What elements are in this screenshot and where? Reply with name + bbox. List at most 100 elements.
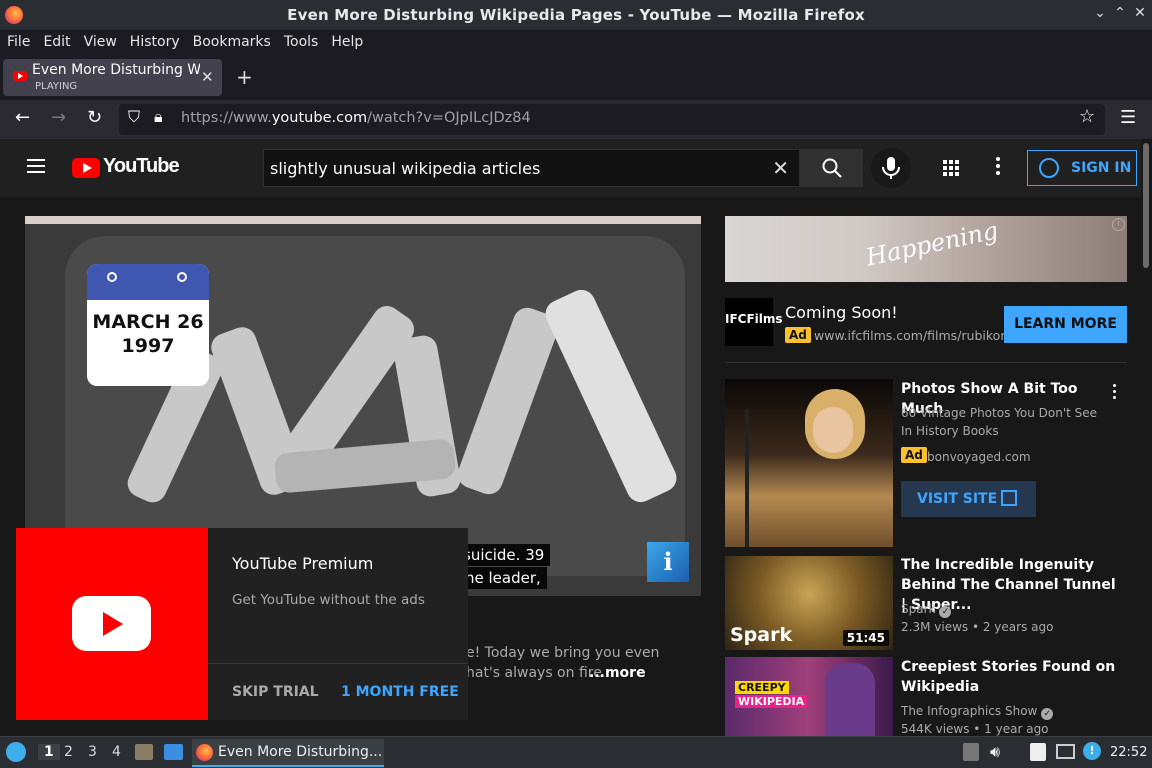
month-free-button[interactable]: 1 MONTH FREE: [341, 684, 459, 700]
ad-title[interactable]: Coming Soon!: [785, 303, 898, 322]
youtube-favicon-icon: [13, 71, 27, 81]
taskbar-firefox-window[interactable]: Even More Disturbing...: [192, 739, 384, 767]
tab-status: PLAYING: [35, 81, 78, 92]
premium-divider: [208, 663, 468, 664]
video-thumbnail[interactable]: Spark 51:45: [725, 556, 893, 650]
video-thumbnail[interactable]: CREEPY WIKIPEDIA: [725, 657, 893, 736]
performer-face-shape: [813, 407, 853, 453]
lock-icon[interactable]: 🔒︎: [154, 107, 163, 127]
video-caption-line-2: he leader,: [459, 567, 547, 589]
microphone-icon: [882, 157, 900, 179]
search-query[interactable]: slightly unusual wikipedia articles: [270, 159, 540, 178]
clock[interactable]: 22:52: [1110, 745, 1147, 760]
visit-site-label: VISIT SITE: [917, 491, 998, 507]
apps-grid-icon[interactable]: [943, 160, 959, 176]
bookmark-star-icon[interactable]: ☆: [1079, 106, 1095, 127]
close-tab-icon[interactable]: ✕: [201, 68, 214, 86]
new-tab-icon[interactable]: +: [236, 65, 253, 89]
page-scrollbar[interactable]: [1141, 139, 1152, 736]
account-icon: [1039, 158, 1059, 178]
file-manager-icon[interactable]: [135, 744, 153, 760]
calendar-date: MARCH 26 1997: [92, 311, 204, 357]
ad-info-icon[interactable]: i: [1112, 218, 1125, 231]
menu-history[interactable]: History: [130, 34, 180, 50]
menu-tools[interactable]: Tools: [284, 34, 319, 50]
video-duration: 51:45: [842, 630, 889, 646]
tab-bar: Even More Disturbing Wikipedia Pages - Y…: [0, 54, 1152, 100]
youtube-logo-icon[interactable]: [72, 158, 100, 178]
thumbnail-text: CREEPY: [735, 681, 789, 694]
close-window-icon[interactable]: ✕: [1131, 5, 1149, 21]
description-line-2: hat's always on fire: [466, 665, 602, 681]
thumbnail-text: Spark: [730, 624, 793, 646]
maximize-icon[interactable]: ⌃: [1111, 5, 1129, 21]
calendar-graphic: MARCH 26 1997: [87, 264, 209, 386]
clipboard-icon[interactable]: [1030, 743, 1046, 761]
back-icon[interactable]: ←: [15, 107, 30, 128]
hamburger-menu-icon[interactable]: [27, 159, 45, 173]
workspace-4[interactable]: 4: [112, 744, 121, 760]
voice-search-button[interactable]: [871, 148, 911, 188]
skip-trial-button[interactable]: SKIP TRIAL: [232, 684, 319, 700]
premium-subtitle: Get YouTube without the ads: [232, 592, 425, 608]
channel-name[interactable]: Spark ✓: [901, 600, 952, 618]
verified-icon: ✓: [939, 606, 952, 618]
clear-search-icon[interactable]: ✕: [772, 156, 789, 180]
sponsored-ad-badge: Ad: [901, 447, 927, 463]
learn-more-button[interactable]: LEARN MORE: [1004, 306, 1127, 343]
menu-view[interactable]: View: [84, 34, 117, 50]
menu-file[interactable]: File: [7, 34, 30, 50]
ad-url[interactable]: www.ifcfilms.com/films/rubikon: [814, 328, 1008, 343]
url-text[interactable]: https://www.youtube.com/watch?v=OJpILcJD…: [181, 110, 531, 126]
sponsored-domain: bonvoyaged.com: [927, 450, 1031, 464]
video-frame-edge: [25, 216, 701, 224]
taskbar-app-title: Even More Disturbing...: [218, 744, 383, 760]
video-caption-line-1: suicide. 39: [457, 544, 551, 566]
ad-badge: Ad: [785, 327, 811, 343]
thumbnail-text: WIKIPEDIA: [735, 695, 808, 708]
search-button[interactable]: [800, 149, 863, 187]
menu-bookmarks[interactable]: Bookmarks: [193, 34, 271, 50]
workspace-2[interactable]: 2: [64, 744, 73, 760]
scrollbar-thumb[interactable]: [1143, 143, 1149, 268]
tab-youtube[interactable]: Even More Disturbing Wikipedia Pages - Y…: [3, 59, 222, 96]
visit-site-button[interactable]: VISIT SITE: [901, 481, 1036, 517]
channel-name[interactable]: The Infographics Show ✓: [901, 702, 1054, 720]
update-icon[interactable]: !: [1083, 742, 1101, 760]
search-icon: [822, 158, 842, 178]
reload-icon[interactable]: ↻: [87, 107, 102, 128]
sidebar-divider: [725, 362, 1127, 363]
video-menu-icon[interactable]: [1113, 384, 1117, 402]
url-bar[interactable]: ⛉ 🔒︎ https://www.youtube.com/watch?v=OJp…: [119, 104, 1105, 135]
premium-title: YouTube Premium: [232, 554, 374, 573]
ad-banner-image[interactable]: Happening: [725, 216, 1127, 282]
start-menu-icon[interactable]: [6, 742, 26, 762]
workspace-1[interactable]: 1: [38, 744, 60, 760]
desktop-icon[interactable]: [164, 744, 183, 760]
sign-in-button[interactable]: SIGN IN: [1027, 150, 1137, 186]
forward-icon[interactable]: →: [51, 107, 66, 128]
search-input[interactable]: slightly unusual wikipedia articles ✕: [263, 149, 800, 187]
shield-icon[interactable]: ⛉: [128, 107, 140, 127]
minimize-icon[interactable]: ⌄: [1091, 5, 1109, 21]
sponsored-thumbnail[interactable]: [725, 379, 893, 547]
youtube-logo-text[interactable]: YouTube: [103, 155, 180, 178]
workspace-3[interactable]: 3: [88, 744, 97, 760]
video-title[interactable]: Creepiest Stories Found on Wikipedia: [901, 657, 1116, 697]
video-meta: 544K views • 1 year ago: [901, 722, 1049, 736]
app-menu-icon[interactable]: ☰: [1120, 107, 1136, 128]
advertiser-logo[interactable]: IFCFilms: [725, 298, 783, 346]
window-titlebar: Even More Disturbing Wikipedia Pages - Y…: [0, 0, 1152, 30]
tab-title: Even More Disturbing Wikipedia Pages - Y…: [32, 62, 200, 78]
sponsored-subtitle: 60 Vintage Photos You Don't See In Histo…: [901, 406, 1098, 438]
menu-help[interactable]: Help: [331, 34, 363, 50]
volume-icon[interactable]: 🔊︎: [990, 742, 1000, 762]
menu-bar: File Edit View History Bookmarks Tools H…: [0, 30, 1152, 54]
video-info-icon[interactable]: i: [647, 542, 689, 582]
external-link-icon: [1001, 490, 1017, 506]
menu-edit[interactable]: Edit: [43, 34, 70, 50]
network-icon[interactable]: [1056, 744, 1075, 759]
settings-more-icon[interactable]: [996, 157, 1000, 178]
tray-notification-icon[interactable]: [963, 743, 979, 761]
show-more-link[interactable]: ...more: [589, 665, 646, 681]
